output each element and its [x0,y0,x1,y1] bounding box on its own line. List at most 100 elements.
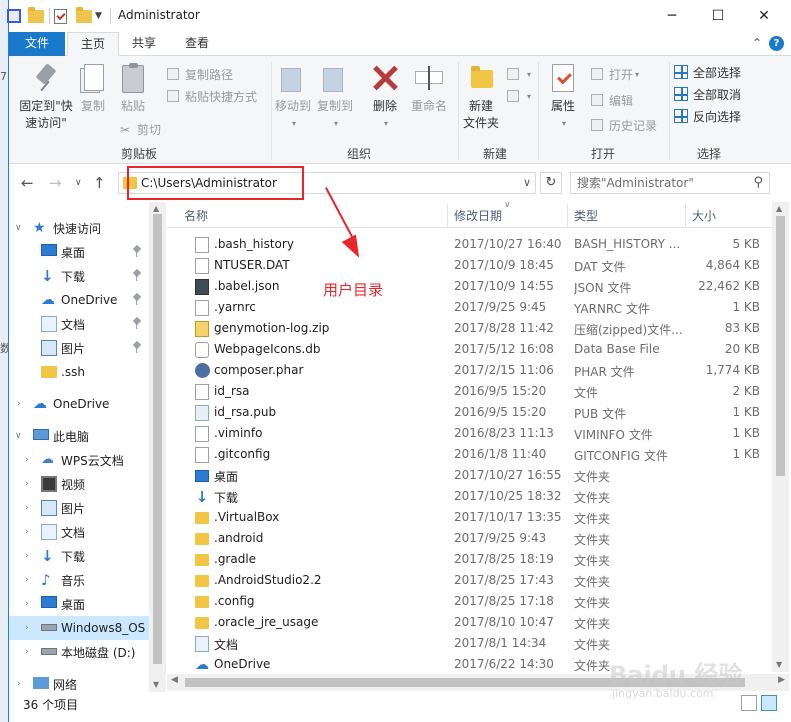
expand-chevron-icon[interactable]: › [25,503,29,513]
large-icons-view-icon[interactable] [761,695,777,711]
file-row[interactable]: ↓ 下载 2017/10/25 18:32 文件夹 [167,486,772,507]
expand-chevron-icon[interactable]: › [17,399,21,409]
scroll-thumb[interactable] [776,216,785,476]
expand-chevron-icon[interactable]: › [25,527,29,537]
column-header-size[interactable]: 大小 [692,207,716,223]
recent-locations-chevron-icon[interactable]: ∨ [75,178,82,188]
nav-item-ssh[interactable]: .ssh [9,360,149,384]
history-button[interactable]: 历史记录 [589,115,657,135]
customize-quick-access-dropdown[interactable]: ▼ [95,7,102,25]
nav-item-wps-cloud[interactable]: › ☁ WPS云文档 [9,448,149,472]
column-header-type[interactable]: 类型 [574,207,598,223]
file-row[interactable]: .gradle 2017/8/25 18:19 文件夹 [167,549,772,570]
nav-item-local-disk-d[interactable]: › 本地磁盘 (D:) [9,640,149,664]
nav-item-pictures[interactable]: 图片 [9,336,149,360]
file-row[interactable]: .VirtualBox 2017/10/17 13:35 文件夹 [167,507,772,528]
new-folder-quick-icon[interactable] [76,6,92,25]
select-all-button[interactable]: 全部选择 [673,62,741,82]
move-to-button[interactable]: 移动到 ▾ [273,62,313,132]
open-button[interactable]: 打开 ▾ [589,64,639,84]
scroll-left-icon[interactable]: ◀ [171,675,178,685]
rename-button[interactable]: 重命名 [407,62,451,115]
search-icon[interactable]: ⚲ [753,175,763,190]
paste-button[interactable]: 粘贴 [115,62,151,115]
nav-item-pictures-pc[interactable]: › 图片 [9,496,149,520]
copy-button[interactable]: 复制 [75,62,111,115]
nav-item-downloads[interactable]: ↓ 下载 [9,264,149,288]
file-row[interactable]: .viminfo 2016/8/23 11:13 VIMINFO 文件 1 KB [167,423,772,444]
easy-access-button[interactable]: ▾ [505,86,531,106]
nav-item-onedrive[interactable]: › ☁ OneDrive [9,392,149,416]
tab-home[interactable]: 主页 [67,32,120,56]
expand-chevron-icon[interactable]: ∨ [15,223,22,233]
forward-arrow-icon[interactable]: → [49,174,62,192]
nav-item-onedrive-pinned[interactable]: ☁ OneDrive [9,288,149,312]
tab-share[interactable]: 共享 [119,32,169,56]
new-item-button[interactable]: ▾ [505,64,531,84]
file-row[interactable]: id_rsa.pub 2016/9/5 15:20 PUB 文件 1 KB [167,402,772,423]
scroll-down-icon[interactable]: ▼ [153,680,159,689]
nav-item-windows8-os[interactable]: › Windows8_OS [9,616,149,640]
nav-item-desktop-pc[interactable]: › 桌面 [9,592,149,616]
nav-item-downloads-pc[interactable]: › ↓ 下载 [9,544,149,568]
file-row[interactable]: composer.phar 2017/2/15 11:06 PHAR 文件 1,774… [167,360,772,381]
column-header-name[interactable]: 名称 [184,207,208,223]
minimize-button[interactable]: ─ [649,0,695,32]
expand-chevron-icon[interactable]: › [25,647,29,657]
nav-item-quick-access[interactable]: ∨ ★ 快速访问 [9,216,149,240]
refresh-button[interactable]: ↻ [540,172,562,194]
nav-item-this-pc[interactable]: ∨ 此电脑 [9,424,149,448]
up-arrow-icon[interactable]: ↑ [93,174,106,192]
quick-access-folder-icon[interactable] [28,6,44,25]
select-none-button[interactable]: 全部取消 [673,84,741,104]
ribbon-collapse-chevron-icon[interactable]: ⌃ [752,36,762,50]
expand-chevron-icon[interactable]: › [25,455,29,465]
scroll-thumb[interactable] [153,214,162,664]
file-row[interactable]: genymotion-log.zip 2017/8/28 11:42 压缩(zipp… [167,318,772,339]
column-divider[interactable] [447,204,448,228]
file-row[interactable]: WebpageIcons.db 2017/5/12 16:08 Data Base … [167,339,772,360]
copy-to-button[interactable]: 复制到 ▾ [315,62,355,132]
file-row[interactable]: .config 2017/8/25 17:18 文件夹 [167,591,772,612]
paste-shortcut-button[interactable]: 粘贴快捷方式 [165,86,257,106]
help-icon[interactable]: ? [769,36,784,51]
back-arrow-icon[interactable]: ← [21,174,34,192]
search-input[interactable] [577,174,749,192]
file-row[interactable]: 文档 2017/8/1 14:34 文件夹 [167,633,772,654]
file-row[interactable]: 桌面 2017/10/27 16:55 文件夹 [167,465,772,486]
expand-chevron-icon[interactable]: › [25,575,29,585]
nav-item-music[interactable]: › ♪ 音乐 [9,568,149,592]
expand-chevron-icon[interactable]: › [25,623,29,633]
column-divider[interactable] [685,204,686,228]
details-view-icon[interactable] [741,695,757,711]
file-row[interactable]: NTUSER.DAT 2017/10/9 18:45 DAT 文件 4,864 KB [167,255,772,276]
new-folder-button[interactable]: 新建 文件夹 [461,62,501,132]
expand-chevron-icon[interactable]: › [17,679,21,689]
close-button[interactable]: ✕ [741,0,787,32]
file-row[interactable]: id_rsa 2016/9/5 15:20 文件 2 KB [167,381,772,402]
tab-view[interactable]: 查看 [172,32,222,56]
cut-button[interactable]: ✂ 剪切 [117,119,161,139]
expand-chevron-icon[interactable]: ∨ [15,431,22,441]
delete-button[interactable]: 删除 ▾ [367,62,403,132]
scroll-up-icon[interactable]: ▲ [153,204,159,213]
pin-to-quick-access-button[interactable]: 固定到"快 速访问" [15,62,77,132]
properties-check-icon[interactable] [54,7,67,25]
file-list-scrollbar[interactable]: ▲ ▼ [772,202,789,672]
file-row[interactable]: .oracle_jre_usage 2017/8/10 10:47 文件夹 [167,612,772,633]
copy-path-button[interactable]: 复制路径 [165,64,233,84]
maximize-button[interactable]: ☐ [695,0,741,32]
properties-button[interactable]: 属性 ▾ [545,62,581,132]
nav-item-documents-pc[interactable]: › 文档 [9,520,149,544]
file-row[interactable]: .android 2017/9/25 9:43 文件夹 [167,528,772,549]
tab-file[interactable]: 文件 [9,32,65,56]
column-header-date[interactable]: 修改日期 [454,207,502,223]
scroll-down-icon[interactable]: ▼ [776,660,782,669]
nav-item-documents[interactable]: 文档 [9,312,149,336]
address-dropdown-chevron-icon[interactable]: ∨ [523,176,531,189]
search-box[interactable]: ⚲ [570,172,770,194]
invert-selection-button[interactable]: 反向选择 [673,106,741,126]
nav-item-videos[interactable]: › 视频 [9,472,149,496]
file-row[interactable]: .gitconfig 2016/1/8 11:40 GITCONFIG 文件 1 KB [167,444,772,465]
edit-button[interactable]: 编辑 [589,90,633,110]
